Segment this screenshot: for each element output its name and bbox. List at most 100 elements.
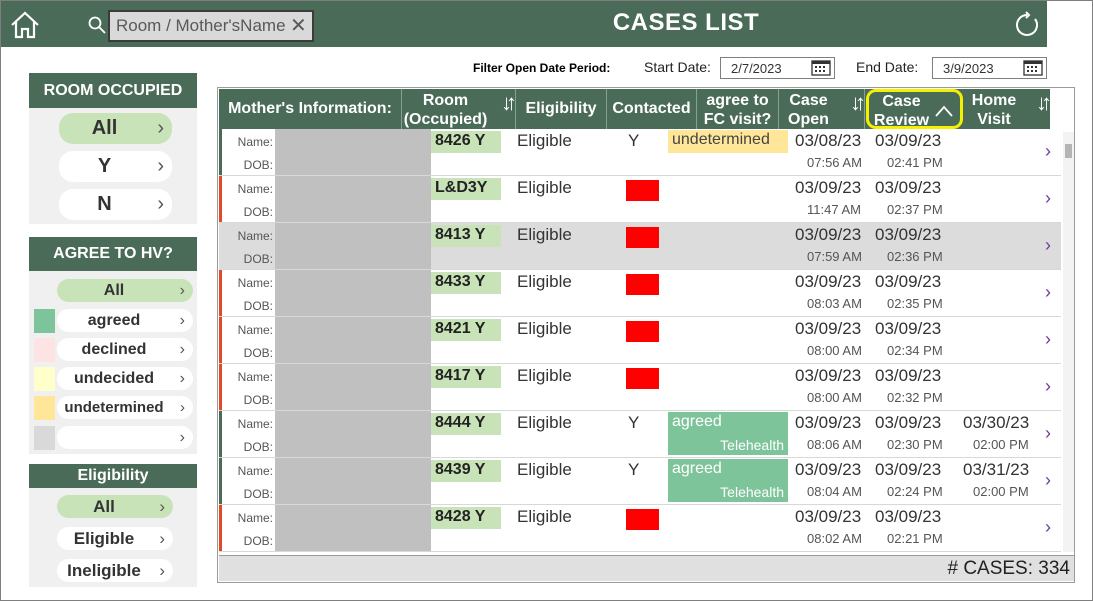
col-contacted[interactable]: Contacted [607,89,697,129]
redacted-mother-info [275,458,431,504]
chevron-right-icon[interactable]: › [1045,517,1051,538]
sort-icon[interactable]: ↓↑ [501,92,517,114]
start-date-label: Start Date: [644,59,711,75]
calendar-icon[interactable] [811,60,831,76]
hv-filter-agreed-label: agreed [87,312,141,329]
clear-search-icon[interactable]: ✕ [290,14,307,38]
home-icon[interactable] [9,9,41,41]
chevron-right-icon: › [180,399,185,416]
col-mothers-info: Mother's Information: [219,89,402,129]
table-row[interactable]: Name: DOB: 8421 Y Eligible 03/09/23 08:00 AM 0… [219,317,1061,364]
end-date-field[interactable]: 3/9/2023 [932,57,1047,79]
chevron-right-icon[interactable]: › [1045,423,1051,444]
table-row[interactable]: Name: DOB: L&D3Y Eligible 03/09/23 11:47 AM 03… [219,176,1061,223]
table-row[interactable]: Name: DOB: 8433 Y Eligible 03/09/23 08:03 AM 0… [219,270,1061,317]
case-open-time: 11:47 AM [807,202,861,217]
dob-label: DOB: [243,346,273,360]
col-case-open[interactable]: Case Open ↓↑ [779,89,866,129]
fc-visit-mode: Telehealth [720,484,784,500]
eligibility-value: Eligible [517,413,572,432]
table-row[interactable]: Name: DOB: 8444 Y Eligible Yagreed Telehealth… [219,411,1061,458]
redacted-mother-info [275,129,431,175]
chevron-right-icon[interactable]: › [1045,188,1051,209]
chevron-right-icon[interactable]: › [1045,141,1051,162]
case-open-time: 08:03 AM [807,296,862,311]
dob-label: DOB: [243,299,273,313]
col-room-label: Room (Occupied) [403,92,488,128]
contacted-no-marker [626,180,659,201]
scrollbar-thumb[interactable] [1065,144,1072,158]
sort-icon[interactable]: ↓↑ [1036,92,1052,114]
calendar-icon[interactable] [1023,60,1043,76]
eligibility-value: Eligible [517,225,572,244]
redacted-mother-info [275,223,431,269]
redacted-mother-info [275,364,431,410]
room-filter-all-label: All [91,117,118,139]
dob-label: DOB: [243,534,273,548]
chevron-right-icon[interactable]: › [1045,470,1051,491]
hv-filter-declined[interactable]: declined › [57,338,193,361]
case-review-time: 02:36 PM [887,249,943,264]
case-open-date: 03/09/23 [795,272,862,291]
table-body: Name: DOB: 8426 Y Eligible Yundetermined 03/0… [219,129,1061,553]
room-value: 8421 Y [431,319,501,341]
case-open-date: 03/09/23 [795,507,862,526]
table-row[interactable]: Name: DOB: 8413 Y Eligible 03/09/23 07:59 AM 0… [219,223,1061,270]
hv-filter-blank[interactable]: › [57,426,193,449]
contacted-no-marker [626,368,659,389]
vertical-scrollbar[interactable] [1063,132,1074,552]
name-label: Name: [237,229,273,243]
chevron-right-icon[interactable]: › [1045,282,1051,303]
hv-filter-undetermined[interactable]: undetermined › [57,396,193,419]
hv-filter-undecided[interactable]: undecided › [57,367,193,390]
chevron-right-icon[interactable]: › [1045,235,1051,256]
elig-filter-ineligible[interactable]: Ineligible › [57,559,173,582]
case-review-time: 02:24 PM [887,484,943,499]
col-home-visit[interactable]: Home Visit ↓↑ [964,89,1052,129]
start-date-field[interactable]: 2/7/2023 [720,57,835,79]
sort-ascending-icon[interactable] [934,104,954,118]
search-input[interactable] [116,16,286,36]
hv-filter-all[interactable]: All › [57,279,193,302]
hv-filter-agreed[interactable]: agreed › [57,309,193,332]
eligibility-title: Eligibility [29,464,197,488]
eligibility-panel: Eligibility All › Eligible › Ineligible › [29,464,197,587]
sort-icon[interactable]: ↓↑ [850,92,866,114]
case-open-date: 03/09/23 [795,178,862,197]
dob-label: DOB: [243,252,273,266]
case-open-time: 07:59 AM [807,249,862,264]
col-room[interactable]: Room (Occupied) ↓↑ [402,89,517,129]
name-label: Name: [237,276,273,290]
chevron-right-icon[interactable]: › [1045,329,1051,350]
elig-filter-eligible[interactable]: Eligible › [57,527,173,550]
table-row[interactable]: Name: DOB: 8417 Y Eligible 03/09/23 08:00 AM 0… [219,364,1061,411]
chevron-right-icon: › [157,155,164,177]
name-label: Name: [237,511,273,525]
case-review-date: 03/09/23 [875,460,942,479]
case-open-time: 08:06 AM [807,437,862,452]
case-review-time: 02:41 PM [887,155,943,170]
col-eligibility[interactable]: Eligibility [516,89,607,129]
table-row[interactable]: Name: DOB: 8426 Y Eligible Yundetermined 03/0… [219,129,1061,176]
row-status-bar [219,270,222,316]
fc-visit-mode: Telehealth [720,437,784,453]
chevron-right-icon: › [179,341,185,358]
table-row[interactable]: Name: DOB: 8439 Y Eligible Yagreed Telehealth… [219,458,1061,505]
refresh-icon[interactable] [1013,11,1041,39]
elig-filter-all[interactable]: All › [57,495,173,518]
undetermined-swatch [34,396,55,420]
row-status-bar [219,458,222,504]
table-row[interactable]: Name: DOB: 8428 Y Eligible 03/09/23 08:02 AM 0… [219,505,1061,552]
room-filter-n[interactable]: N › [59,189,172,220]
elig-filter-all-label: All [93,497,115,516]
case-review-date: 03/09/23 [875,178,942,197]
hv-filter-all-label: All [103,282,125,299]
chevron-right-icon[interactable]: › [1045,376,1051,397]
room-filter-y[interactable]: Y › [59,151,172,182]
case-open-time: 07:56 AM [807,155,862,170]
col-case-review[interactable]: Case Review [866,89,963,129]
chevron-right-icon: › [179,282,185,299]
case-review-date: 03/09/23 [875,366,942,385]
room-filter-all[interactable]: All › [59,113,172,144]
col-fc-visit[interactable]: agree to FC visit? [697,89,779,129]
